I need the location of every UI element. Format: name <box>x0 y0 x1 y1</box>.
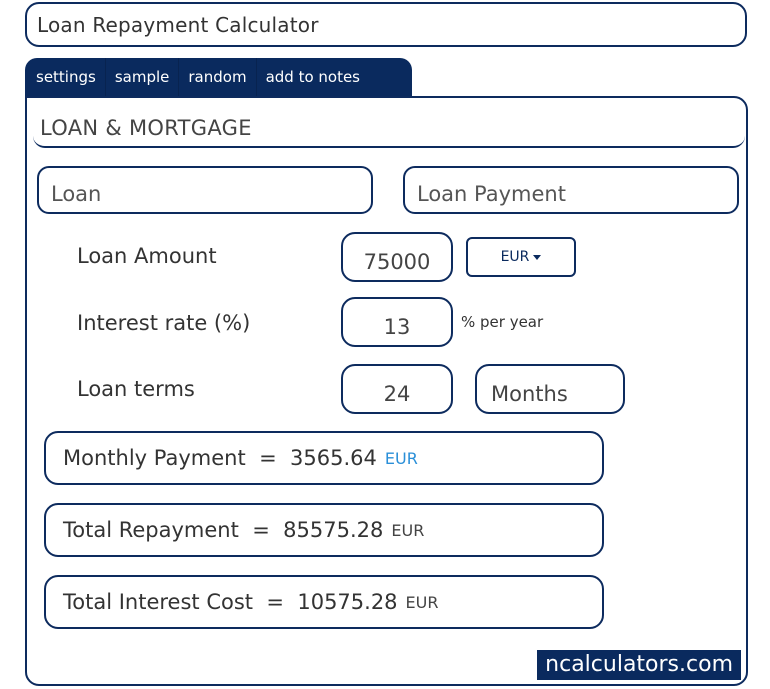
toolbar-tabs: settings sample random add to notes <box>25 58 412 96</box>
total-interest-value: 10575.28 <box>297 590 398 614</box>
calculator-title: Loan Repayment Calculator <box>25 2 747 47</box>
total-repayment-value: 85575.28 <box>283 518 384 542</box>
total-interest-currency: EUR <box>405 592 439 612</box>
total-repayment-label: Total Repayment <box>63 518 239 542</box>
tab-settings[interactable]: settings <box>27 58 105 96</box>
section-heading: LOAN & MORTGAGE <box>33 98 745 148</box>
equals-sign: = <box>259 446 277 470</box>
calculator-panel: LOAN & MORTGAGE Loan Loan Payment Loan A… <box>25 96 748 686</box>
loan-terms-label: Loan terms <box>77 377 195 401</box>
interest-rate-input[interactable]: 13 <box>341 297 453 347</box>
equals-sign: = <box>266 590 284 614</box>
total-interest-label: Total Interest Cost <box>63 590 254 614</box>
monthly-payment-result: Monthly Payment = 3565.64 EUR <box>44 431 604 485</box>
loan-terms-input[interactable]: 24 <box>341 364 453 414</box>
interest-rate-unit: % per year <box>461 313 544 331</box>
brand-logo[interactable]: ncalculators.com <box>537 650 741 680</box>
currency-select-value: EUR <box>500 249 530 265</box>
monthly-payment-value: 3565.64 <box>290 446 377 470</box>
currency-select[interactable]: EUR <box>466 237 576 277</box>
monthly-payment-currency: EUR <box>384 448 418 468</box>
subtab-loan-payment[interactable]: Loan Payment <box>403 166 739 214</box>
caret-down-icon <box>533 254 542 260</box>
equals-sign: = <box>252 518 270 542</box>
total-repayment-result: Total Repayment = 85575.28 EUR <box>44 503 604 557</box>
monthly-payment-label: Monthly Payment <box>63 446 246 470</box>
total-interest-result: Total Interest Cost = 10575.28 EUR <box>44 575 604 629</box>
tab-sample[interactable]: sample <box>104 58 179 96</box>
interest-rate-label: Interest rate (%) <box>77 311 251 335</box>
tab-random[interactable]: random <box>178 58 255 96</box>
total-repayment-currency: EUR <box>391 520 425 540</box>
loan-terms-unit-select[interactable]: Months <box>475 364 625 414</box>
tab-add-to-notes[interactable]: add to notes <box>255 58 369 96</box>
loan-amount-label: Loan Amount <box>77 244 217 268</box>
subtab-loan[interactable]: Loan <box>37 166 373 214</box>
loan-amount-input[interactable]: 75000 <box>341 232 453 282</box>
